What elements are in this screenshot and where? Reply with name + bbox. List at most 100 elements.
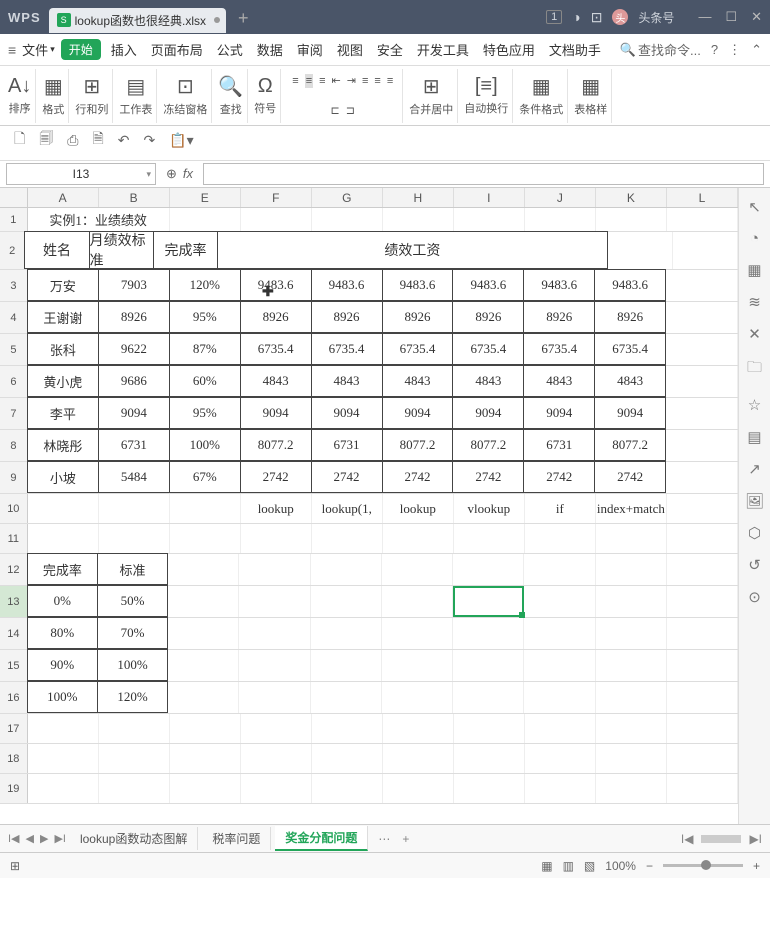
row-header[interactable]: 6 — [0, 366, 28, 397]
help-icon[interactable]: ? — [711, 42, 718, 57]
cell[interactable] — [168, 618, 239, 649]
cell[interactable]: 小坡 — [27, 461, 99, 493]
cell[interactable] — [673, 232, 738, 269]
cell[interactable] — [454, 774, 525, 803]
cell[interactable]: 7903 — [98, 269, 170, 301]
cell[interactable] — [667, 618, 738, 649]
cell[interactable]: 95% — [169, 397, 241, 429]
cell[interactable] — [239, 554, 310, 585]
cell[interactable]: 8926 — [523, 301, 595, 333]
image-icon[interactable]: 🖼 — [745, 492, 764, 510]
menu-data[interactable]: 数据 — [253, 38, 287, 61]
qat-redo-icon[interactable]: ↷ — [143, 132, 155, 149]
col-header[interactable]: F — [241, 188, 312, 207]
cell[interactable]: 100% — [169, 429, 241, 461]
cell[interactable] — [170, 208, 241, 231]
row-header[interactable]: 1 — [0, 208, 28, 231]
cell[interactable]: 120% — [97, 681, 168, 713]
qat-icon[interactable]: 🗋 — [14, 128, 25, 152]
panel-icon[interactable]: ⊙ — [748, 588, 761, 606]
cell[interactable]: 9622 — [98, 333, 170, 365]
row-header[interactable]: 16 — [0, 682, 28, 713]
cell[interactable]: 8926 — [240, 301, 312, 333]
hamburger-icon[interactable]: ≡ — [8, 42, 16, 58]
cell[interactable] — [667, 554, 738, 585]
cell[interactable]: index+match — [596, 494, 667, 523]
panel-icon[interactable]: ⬡ — [748, 524, 761, 542]
cell[interactable]: 万安 — [27, 269, 99, 301]
cell[interactable] — [312, 714, 383, 743]
formula-input[interactable] — [203, 163, 764, 185]
cell[interactable] — [596, 682, 667, 713]
cell[interactable]: 2742 — [594, 461, 666, 493]
align-icon[interactable]: ≡ — [319, 75, 325, 87]
cell[interactable] — [524, 618, 595, 649]
cell[interactable] — [383, 208, 454, 231]
qat-preview-icon[interactable]: 🗎 — [92, 128, 103, 152]
cell[interactable]: 120% — [169, 269, 241, 301]
name-box[interactable]: I13▾ — [6, 163, 156, 185]
tab-scroll-right-icon[interactable]: ▶I — [749, 832, 762, 846]
cell[interactable] — [170, 714, 241, 743]
cell[interactable] — [311, 618, 382, 649]
cell[interactable] — [667, 650, 738, 681]
cell[interactable] — [168, 554, 239, 585]
cell[interactable] — [241, 714, 312, 743]
cell[interactable]: 8926 — [311, 301, 383, 333]
row-header[interactable]: 5 — [0, 334, 28, 365]
cell[interactable] — [666, 398, 738, 429]
cell[interactable]: 2742 — [523, 461, 595, 493]
cell[interactable] — [454, 208, 525, 231]
cell[interactable]: 6735.4 — [240, 333, 312, 365]
cell[interactable] — [525, 774, 596, 803]
cell[interactable]: 8077.2 — [452, 429, 524, 461]
cell[interactable] — [28, 744, 99, 773]
col-header[interactable]: G — [312, 188, 383, 207]
menu-start[interactable]: 开始 — [61, 39, 101, 60]
status-icon[interactable]: ⊞ — [10, 859, 20, 873]
col-header[interactable]: K — [596, 188, 667, 207]
cell[interactable]: 8077.2 — [594, 429, 666, 461]
cell[interactable] — [383, 774, 454, 803]
cell[interactable]: 姓名 — [24, 231, 89, 269]
col-header[interactable]: L — [667, 188, 738, 207]
row-header[interactable]: 3 — [0, 270, 28, 301]
cell[interactable] — [170, 774, 241, 803]
file-tab[interactable]: S lookup函数也很经典.xlsx — [49, 8, 226, 33]
align-icon[interactable]: ≡ — [374, 75, 380, 87]
ribbon-cond[interactable]: ▦条件格式 — [515, 69, 568, 123]
menu-feature[interactable]: 特色应用 — [479, 38, 539, 61]
cell[interactable]: vlookup — [454, 494, 525, 523]
ribbon-sort[interactable]: A↓排序 — [4, 69, 36, 123]
cell[interactable]: 绩效工资 — [217, 231, 608, 269]
share-icon[interactable]: ↗ — [748, 460, 761, 478]
cell[interactable]: 2742 — [240, 461, 312, 493]
cell[interactable]: 50% — [97, 585, 168, 617]
cell[interactable] — [311, 650, 382, 681]
menu-helper[interactable]: 文档助手 — [545, 38, 605, 61]
cell[interactable]: 李平 — [27, 397, 99, 429]
cursor-tool-icon[interactable]: ↖ — [748, 198, 761, 216]
row-header[interactable]: 4 — [0, 302, 28, 333]
collapse-ribbon-icon[interactable]: ⌃ — [751, 42, 762, 58]
cell[interactable] — [241, 744, 312, 773]
cell[interactable] — [170, 524, 241, 553]
cell[interactable] — [28, 524, 99, 553]
ribbon-merge[interactable]: ⊞合并居中 — [405, 69, 458, 123]
cell[interactable]: 9483.6 — [311, 269, 383, 301]
cell[interactable]: 标准 — [97, 553, 168, 585]
cell[interactable] — [168, 586, 239, 617]
cell[interactable] — [28, 774, 99, 803]
cell[interactable] — [311, 586, 382, 617]
cell[interactable] — [596, 714, 667, 743]
cell[interactable]: 70% — [97, 617, 168, 649]
cell[interactable] — [666, 430, 738, 461]
tab-prev-icon[interactable]: ◀ — [26, 832, 34, 845]
cell[interactable]: 完成率 — [153, 231, 218, 269]
cell[interactable] — [241, 774, 312, 803]
ribbon-find[interactable]: 🔍查找 — [214, 69, 248, 123]
panel-icon[interactable]: ≋ — [748, 293, 761, 311]
grid[interactable]: A B E F G H I J K L 1实例1：业绩绩效2姓名月绩效标准完成率… — [0, 188, 738, 824]
more-icon[interactable]: ⋮ — [728, 42, 741, 58]
menu-formula[interactable]: 公式 — [213, 38, 247, 61]
